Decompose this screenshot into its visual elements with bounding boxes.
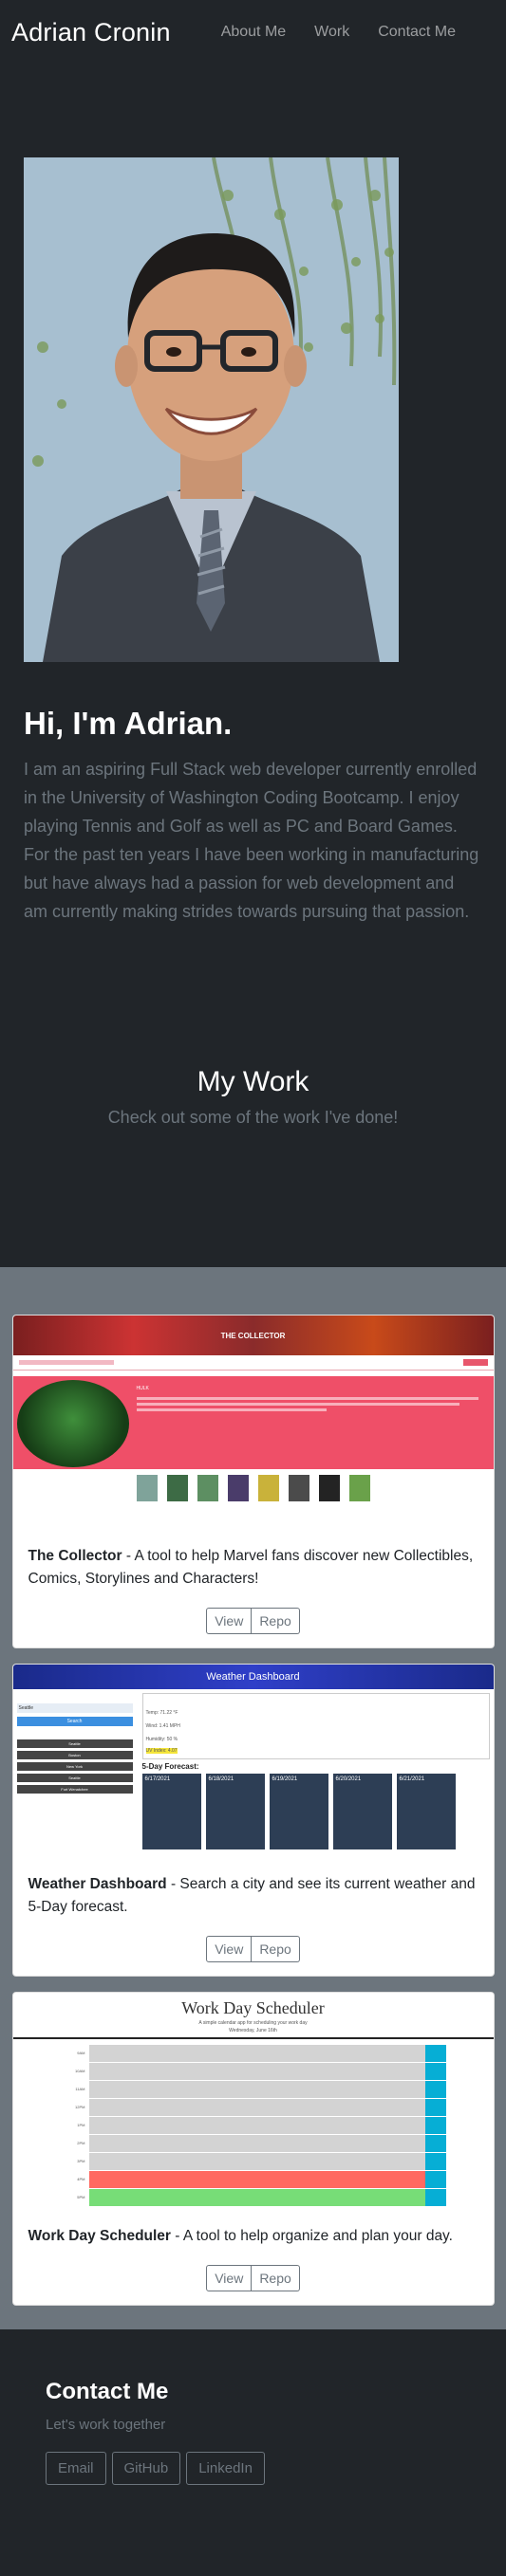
scheduler-app-title: Work Day Scheduler bbox=[181, 1998, 325, 2017]
bio-text: I am an aspiring Full Stack web develope… bbox=[24, 755, 481, 926]
weather-temp: Temp: 71.22 °F bbox=[145, 1710, 178, 1716]
nav-link-contact[interactable]: Contact Me bbox=[378, 24, 456, 41]
project-name: The Collector bbox=[28, 1548, 122, 1564]
email-button[interactable]: Email bbox=[46, 2452, 106, 2485]
project-name: Weather Dashboard bbox=[28, 1876, 167, 1892]
card-body: Work Day Scheduler - A tool to help orga… bbox=[13, 2206, 494, 2305]
hour-label: 3PM bbox=[77, 2159, 85, 2163]
hour-label: 9AM bbox=[77, 2051, 85, 2055]
project-description: Weather Dashboard - Search a city and se… bbox=[28, 1873, 478, 1919]
collector-logo: THE COLLECTOR bbox=[220, 1331, 286, 1340]
about-section: Hi, I'm Adrian. I am an aspiring Full St… bbox=[0, 64, 506, 1128]
project-desc: - A tool to help organize and plan your … bbox=[170, 2228, 453, 2244]
contact-subtitle: Let's work together bbox=[46, 2417, 166, 2433]
repo-button[interactable]: Repo bbox=[252, 2265, 300, 2291]
project-screenshot[interactable]: Weather Dashboard Search for a City: Sea… bbox=[12, 1665, 494, 1854]
hour-label: 12PM bbox=[75, 2105, 85, 2109]
greeting-heading: Hi, I'm Adrian. bbox=[24, 706, 233, 741]
weather-uv: UV Index: 4.07 bbox=[145, 1748, 178, 1754]
brand-link[interactable]: Adrian Cronin bbox=[11, 18, 171, 47]
contact-buttons: Email GitHub LinkedIn bbox=[46, 2452, 460, 2485]
view-button[interactable]: View bbox=[206, 1608, 253, 1634]
profile-photo bbox=[24, 157, 399, 662]
weather-history-item: Boston bbox=[16, 1751, 133, 1759]
view-button[interactable]: View bbox=[206, 1936, 253, 1962]
forecast-card: 6/21/2021 bbox=[396, 1774, 456, 1849]
card-body: Weather Dashboard - Search a city and se… bbox=[13, 1854, 494, 1976]
hour-label: 10AM bbox=[75, 2069, 85, 2073]
navbar: Adrian Cronin About Me Work Contact Me bbox=[0, 0, 506, 64]
scheduler-date: Wednesday, June 16th bbox=[229, 2028, 277, 2033]
weather-humidity: Humidity: 50 % bbox=[145, 1737, 178, 1742]
contact-section: Contact Me Let's work together Email Git… bbox=[0, 2329, 506, 2576]
weather-history-item: New York bbox=[16, 1762, 133, 1771]
collector-hero-name: HULK bbox=[136, 1386, 149, 1391]
forecast-card: 6/19/2021 bbox=[269, 1774, 328, 1849]
repo-button[interactable]: Repo bbox=[252, 1608, 300, 1634]
project-description: The Collector - A tool to help Marvel fa… bbox=[28, 1545, 478, 1591]
weather-wind: Wind: 1.41 MPH bbox=[145, 1723, 180, 1729]
weather-city-heading: Seattle (6/16/2021) bbox=[145, 1697, 219, 1706]
project-card-collector: THE COLLECTOR HULK The Collector - A too… bbox=[11, 1315, 495, 1648]
project-buttons: View Repo bbox=[28, 1608, 478, 1634]
project-card-weather: Weather Dashboard Search for a City: Sea… bbox=[11, 1664, 495, 1977]
linkedin-button[interactable]: LinkedIn bbox=[186, 2452, 265, 2485]
weather-search-label: Search for a City: bbox=[16, 1693, 72, 1700]
nav-link-work[interactable]: Work bbox=[314, 24, 349, 41]
work-section: THE COLLECTOR HULK The Collector - A too… bbox=[0, 1267, 506, 2329]
nav-link-about[interactable]: About Me bbox=[221, 24, 286, 41]
project-name: Work Day Scheduler bbox=[28, 2228, 171, 2244]
weather-search-input: Seattle bbox=[16, 1703, 133, 1713]
nav-links: About Me Work Contact Me bbox=[207, 24, 470, 41]
weather-forecast-label: 5-Day Forecast: bbox=[141, 1762, 199, 1771]
project-description: Work Day Scheduler - A tool to help orga… bbox=[28, 2225, 478, 2248]
weather-search-button: Search bbox=[16, 1717, 133, 1726]
hour-label: 2PM bbox=[77, 2141, 85, 2145]
bio-paragraph-2: For the past ten years I have been worki… bbox=[24, 845, 479, 921]
hour-label: 11AM bbox=[75, 2087, 85, 2091]
weather-history-item: Seattle bbox=[16, 1739, 133, 1748]
hour-label: 5PM bbox=[77, 2195, 85, 2199]
project-card-scheduler: Work Day Scheduler A simple calendar app… bbox=[11, 1992, 495, 2306]
hour-label: 1PM bbox=[77, 2123, 85, 2127]
contact-title: Contact Me bbox=[46, 2379, 169, 2404]
bio-paragraph-1: I am an aspiring Full Stack web develope… bbox=[24, 760, 478, 836]
forecast-card: 6/17/2021 bbox=[141, 1774, 201, 1849]
scheduler-app-sub: A simple calendar app for scheduling you… bbox=[198, 2020, 308, 2026]
weather-history-item: Fort Wenatchee bbox=[16, 1785, 133, 1794]
forecast-card: 6/18/2021 bbox=[205, 1774, 265, 1849]
weather-app-title: Weather Dashboard bbox=[206, 1671, 300, 1683]
weather-history-item: Seattle bbox=[16, 1774, 133, 1782]
project-buttons: View Repo bbox=[28, 1936, 478, 1962]
project-screenshot[interactable]: THE COLLECTOR HULK bbox=[12, 1316, 494, 1526]
work-title: My Work bbox=[197, 1066, 309, 1097]
project-buttons: View Repo bbox=[28, 2265, 478, 2291]
view-button[interactable]: View bbox=[206, 2265, 253, 2291]
forecast-card: 6/20/2021 bbox=[332, 1774, 392, 1849]
project-screenshot[interactable]: Work Day Scheduler A simple calendar app… bbox=[12, 1993, 494, 2206]
repo-button[interactable]: Repo bbox=[252, 1936, 300, 1962]
hour-label: 4PM bbox=[77, 2177, 85, 2181]
work-header: My Work Check out some of the work I've … bbox=[24, 1066, 482, 1128]
github-button[interactable]: GitHub bbox=[111, 2452, 181, 2485]
work-subtitle: Check out some of the work I've done! bbox=[107, 1108, 399, 1127]
card-body: The Collector - A tool to help Marvel fa… bbox=[13, 1526, 494, 1647]
